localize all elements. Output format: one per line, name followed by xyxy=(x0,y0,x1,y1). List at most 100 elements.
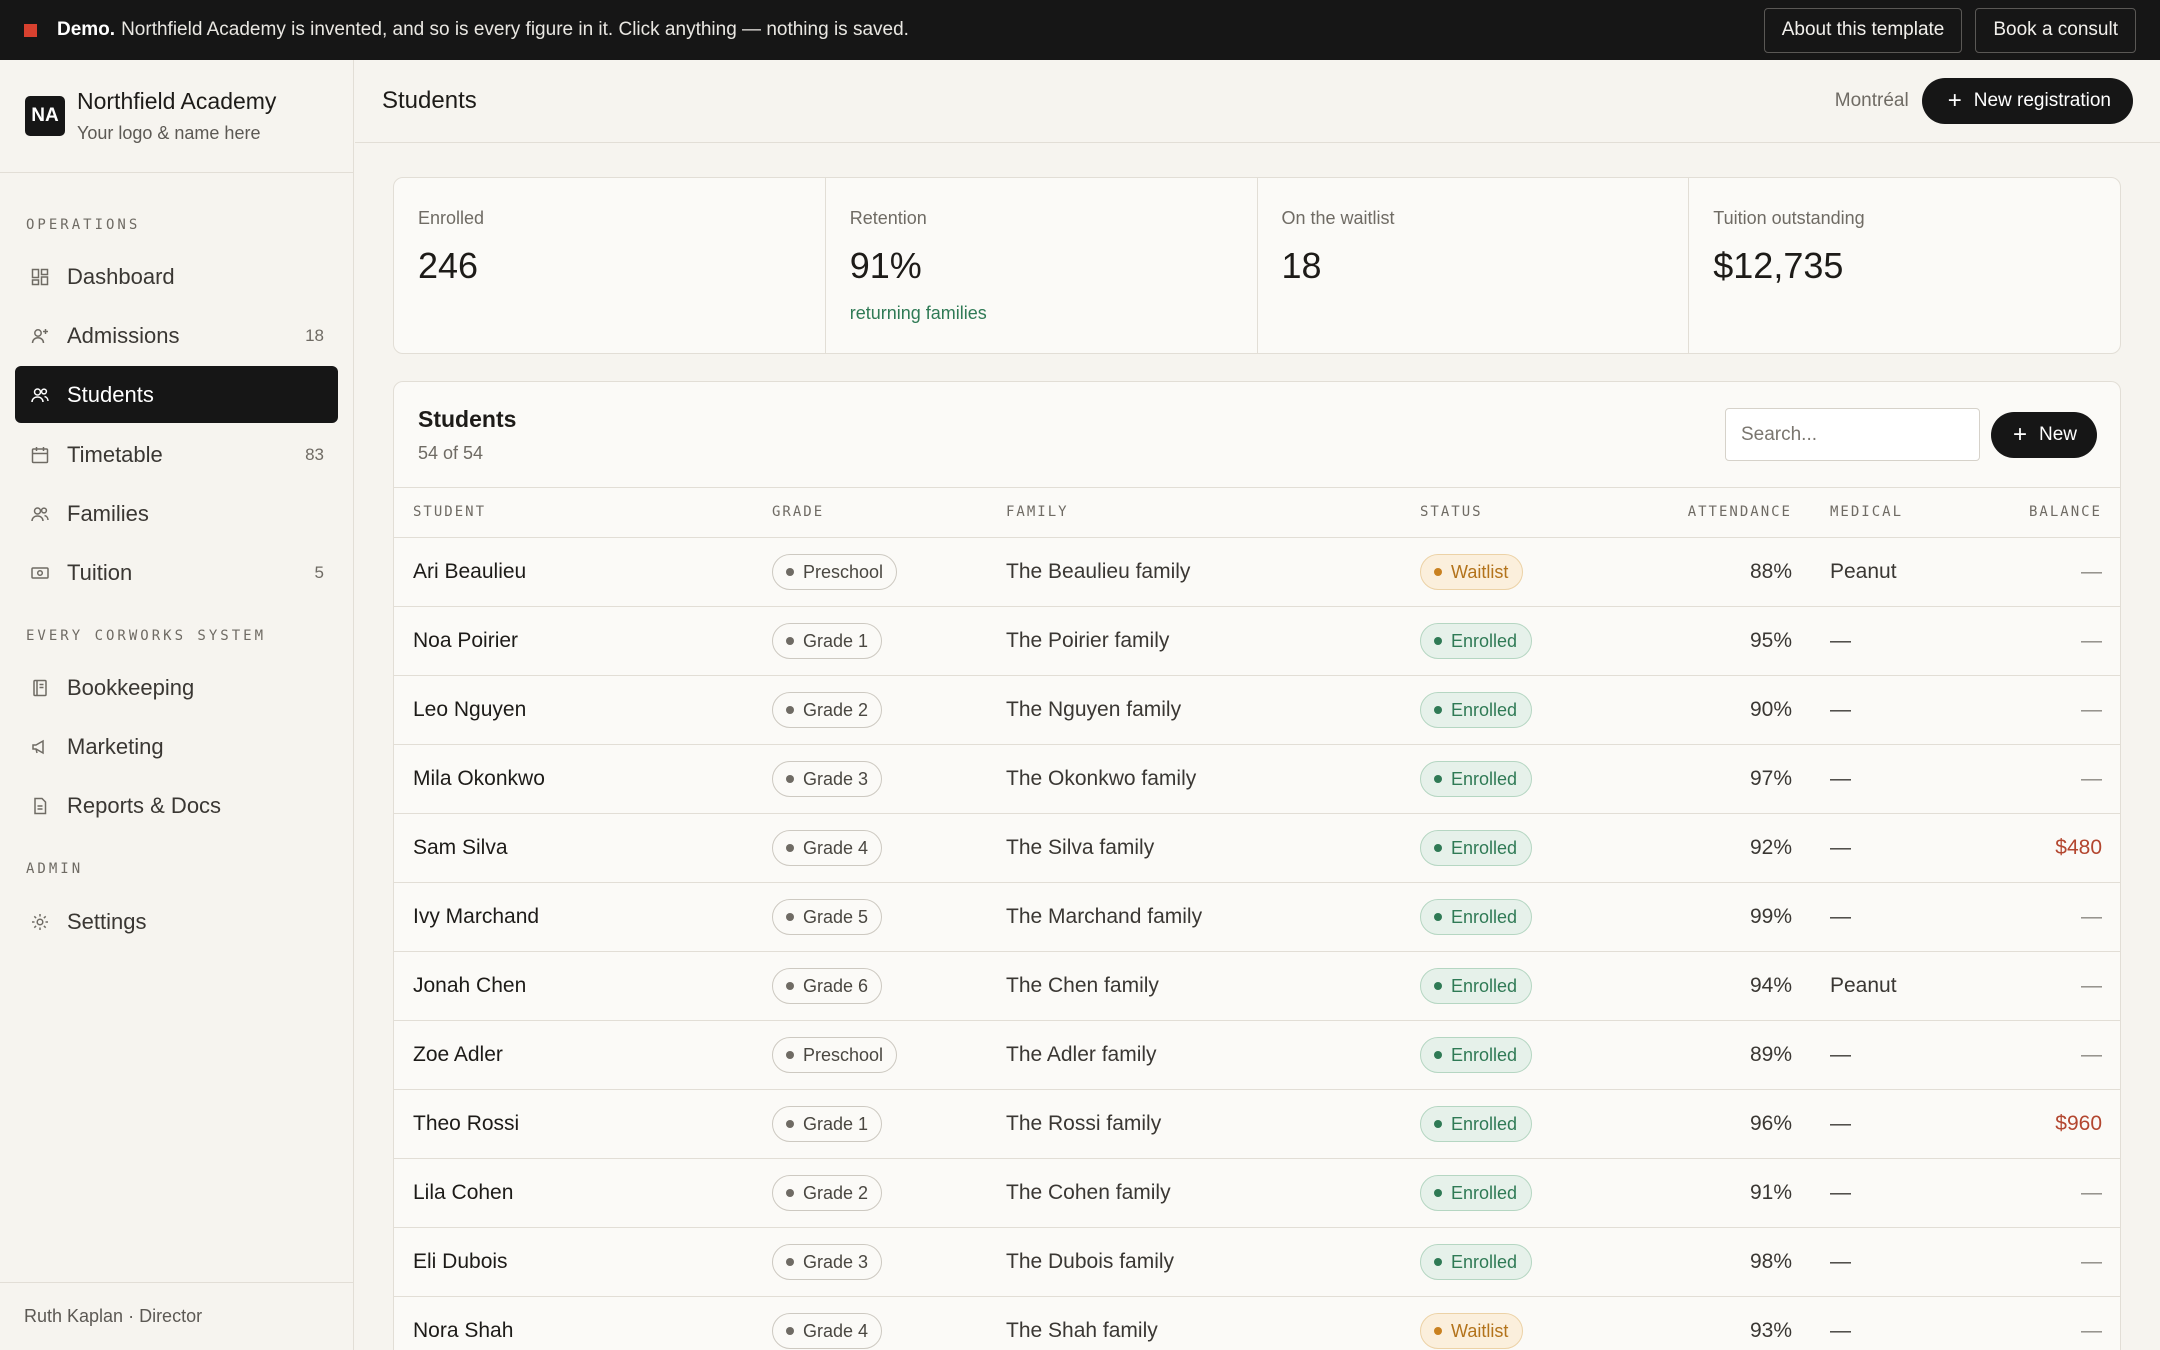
status-label: Enrolled xyxy=(1451,1044,1518,1065)
col-student[interactable]: STUDENT xyxy=(413,504,486,520)
status-badge: Enrolled xyxy=(1420,623,1533,659)
table-row[interactable]: Leo Nguyen Grade 2 The Nguyen family Enroll… xyxy=(394,676,2120,745)
grade-dot-icon xyxy=(786,1189,794,1197)
table-row[interactable]: Lila Cohen Grade 2 The Cohen family Enrolle… xyxy=(394,1159,2120,1228)
student-name[interactable]: Theo Rossi xyxy=(413,1112,519,1136)
new-student-button[interactable]: + New xyxy=(1990,411,2097,458)
student-name[interactable]: Jonah Chen xyxy=(413,974,526,998)
brand[interactable]: NA Northfield Academy Your logo & name h… xyxy=(0,60,353,173)
page-header: Students Montréal + New registration xyxy=(355,60,2160,143)
family-name[interactable]: The Chen family xyxy=(1006,974,1159,998)
status-dot-icon xyxy=(1434,706,1442,714)
sidebar-item-marketing[interactable]: Marketing xyxy=(15,718,338,775)
medical-value: — xyxy=(1830,1112,1851,1135)
plus-icon: + xyxy=(2012,420,2027,448)
student-name[interactable]: Ari Beaulieu xyxy=(413,560,526,584)
sidebar-item-dashboard[interactable]: Dashboard xyxy=(15,248,338,305)
family-name[interactable]: The Adler family xyxy=(1006,1043,1157,1067)
sidebar-item-tuition[interactable]: Tuition 5 xyxy=(15,544,338,601)
status-label: Waitlist xyxy=(1451,1320,1509,1341)
stat-value: $12,735 xyxy=(1713,245,1844,286)
sidebar-item-admissions[interactable]: Admissions 18 xyxy=(15,307,338,364)
section-corworks: EVERY CORWORKS SYSTEM xyxy=(26,628,267,644)
admissions-icon xyxy=(29,325,51,347)
sidebar-item-reports[interactable]: Reports & Docs xyxy=(15,777,338,834)
sidebar-item-label: Students xyxy=(67,381,154,407)
student-name[interactable]: Ivy Marchand xyxy=(413,905,539,929)
table-row[interactable]: Mila Okonkwo Grade 3 The Okonkwo family Enr… xyxy=(394,745,2120,814)
col-medical[interactable]: MEDICAL xyxy=(1830,504,1903,520)
about-template-button[interactable]: About this template xyxy=(1763,7,1963,53)
student-name[interactable]: Lila Cohen xyxy=(413,1181,513,1205)
stat-enrolled: Enrolled 246 xyxy=(394,178,826,353)
student-name[interactable]: Mila Okonkwo xyxy=(413,767,545,791)
medical-value: — xyxy=(1830,767,1851,790)
table-row[interactable]: Noa Poirier Grade 1 The Poirier family Enro… xyxy=(394,607,2120,676)
book-consult-button[interactable]: Book a consult xyxy=(1975,7,2136,53)
student-name[interactable]: Eli Dubois xyxy=(413,1250,508,1274)
grade-label: Grade 2 xyxy=(803,699,869,720)
table-row[interactable]: Ivy Marchand Grade 5 The Marchand family En… xyxy=(394,883,2120,952)
family-name[interactable]: The Poirier family xyxy=(1006,629,1169,653)
attendance-value: 95% xyxy=(1749,629,1792,652)
student-name[interactable]: Zoe Adler xyxy=(413,1043,503,1067)
status-dot-icon xyxy=(1434,913,1442,921)
sidebar-item-label: Admissions xyxy=(67,322,180,348)
grade-dot-icon xyxy=(786,913,794,921)
search-input[interactable] xyxy=(1724,408,1980,461)
family-name[interactable]: The Nguyen family xyxy=(1006,698,1181,722)
table-row[interactable]: Ari Beaulieu Preschool The Beaulieu family… xyxy=(394,538,2120,607)
student-name[interactable]: Leo Nguyen xyxy=(413,698,526,722)
status-badge: Enrolled xyxy=(1420,1175,1533,1211)
table-row[interactable]: Theo Rossi Grade 1 The Rossi family Enrolle… xyxy=(394,1090,2120,1159)
grade-badge: Grade 1 xyxy=(772,1106,883,1142)
families-icon xyxy=(29,503,51,525)
table-row[interactable]: Nora Shah Grade 4 The Shah family Waitlist 9… xyxy=(394,1297,2120,1350)
family-name[interactable]: The Rossi family xyxy=(1006,1112,1161,1136)
family-name[interactable]: The Silva family xyxy=(1006,836,1154,860)
col-balance[interactable]: BALANCE xyxy=(2029,504,2102,520)
family-name[interactable]: The Marchand family xyxy=(1006,905,1202,929)
sidebar-item-bookkeeping[interactable]: Bookkeeping xyxy=(15,659,338,716)
table-row[interactable]: Eli Dubois Grade 3 The Dubois family Enroll… xyxy=(394,1228,2120,1297)
brand-name: Northfield Academy xyxy=(77,88,277,114)
family-name[interactable]: The Dubois family xyxy=(1006,1250,1174,1274)
col-attendance[interactable]: ATTENDANCE xyxy=(1688,504,1792,520)
balance-value: — xyxy=(2081,905,2102,928)
balance-value: — xyxy=(2081,974,2102,997)
table-row[interactable]: Jonah Chen Grade 6 The Chen family Enrolled… xyxy=(394,952,2120,1021)
status-label: Enrolled xyxy=(1451,699,1518,720)
sidebar-item-settings[interactable]: Settings xyxy=(15,893,338,950)
medical-value: Peanut xyxy=(1830,974,1897,997)
current-user[interactable]: Ruth Kaplan · Director xyxy=(0,1282,353,1350)
status-label: Enrolled xyxy=(1451,906,1518,927)
table-row[interactable]: Sam Silva Grade 4 The Silva family Enrolled… xyxy=(394,814,2120,883)
dashboard-icon xyxy=(29,266,51,288)
family-name[interactable]: The Beaulieu family xyxy=(1006,560,1190,584)
family-name[interactable]: The Cohen family xyxy=(1006,1181,1171,1205)
status-label: Enrolled xyxy=(1451,1113,1518,1134)
col-status[interactable]: STATUS xyxy=(1420,504,1483,520)
student-name[interactable]: Noa Poirier xyxy=(413,629,518,653)
admissions-count: 18 xyxy=(305,325,324,345)
family-name[interactable]: The Okonkwo family xyxy=(1006,767,1196,791)
sidebar-item-students[interactable]: Students xyxy=(15,366,338,423)
balance-value: — xyxy=(2081,1043,2102,1066)
family-name[interactable]: The Shah family xyxy=(1006,1319,1158,1343)
attendance-value: 97% xyxy=(1749,767,1792,790)
grade-dot-icon xyxy=(786,1258,794,1266)
col-grade[interactable]: GRADE xyxy=(772,504,824,520)
student-name[interactable]: Sam Silva xyxy=(413,836,508,860)
gear-icon xyxy=(29,911,51,933)
table-row[interactable]: Zoe Adler Preschool The Adler family Enroll… xyxy=(394,1021,2120,1090)
sidebar-item-timetable[interactable]: Timetable 83 xyxy=(15,426,338,483)
sidebar: NA Northfield Academy Your logo & name h… xyxy=(0,60,354,1350)
sidebar-item-families[interactable]: Families xyxy=(15,485,338,542)
new-registration-button[interactable]: + New registration xyxy=(1921,78,2133,124)
status-badge: Enrolled xyxy=(1420,1106,1533,1142)
sidebar-item-label: Settings xyxy=(67,908,147,934)
attendance-value: 94% xyxy=(1749,974,1792,997)
stat-value: 246 xyxy=(418,245,479,286)
student-name[interactable]: Nora Shah xyxy=(413,1319,513,1343)
col-family[interactable]: FAMILY xyxy=(1006,504,1069,520)
